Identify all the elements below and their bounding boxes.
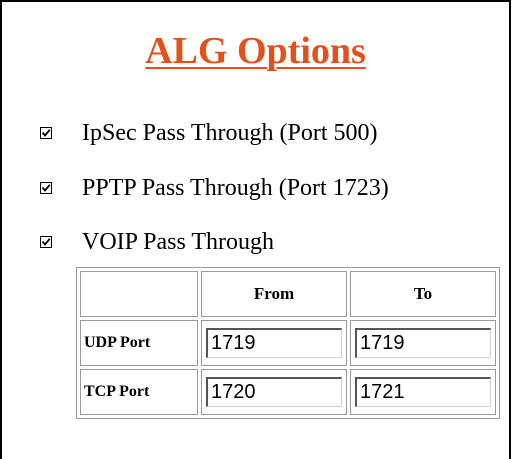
checkmark-icon: [41, 184, 51, 192]
table-row-tcp: TCP Port: [80, 369, 496, 415]
page-title: ALG Options: [145, 30, 366, 72]
option-pptp-pass-through[interactable]: PPTP Pass Through (Port 1723): [40, 173, 389, 203]
tcp-from-input[interactable]: [206, 377, 342, 407]
pptp-label: PPTP Pass Through (Port 1723): [82, 175, 389, 201]
option-ipsec-pass-through[interactable]: IpSec Pass Through (Port 500): [40, 118, 378, 148]
ipsec-label: IpSec Pass Through (Port 500): [82, 120, 378, 146]
udp-to-input[interactable]: [355, 328, 491, 358]
header-to: To: [350, 271, 496, 317]
alg-options-panel: ALG Options IpSec Pass Through (Port 500…: [0, 0, 511, 459]
udp-to-cell: [350, 320, 496, 366]
table-row-udp: UDP Port: [80, 320, 496, 366]
tcp-to-input[interactable]: [355, 377, 491, 407]
table-header-row: From To: [80, 271, 496, 317]
udp-from-cell: [201, 320, 347, 366]
header-from: From: [201, 271, 347, 317]
udp-from-input[interactable]: [206, 328, 342, 358]
ipsec-checkbox[interactable]: [40, 127, 52, 139]
tcp-from-cell: [201, 369, 347, 415]
voip-checkbox[interactable]: [40, 236, 52, 248]
pptp-checkbox[interactable]: [40, 182, 52, 194]
checkmark-icon: [41, 129, 51, 137]
tcp-to-cell: [350, 369, 496, 415]
voip-port-table: From To UDP Port TCP Port: [76, 267, 500, 419]
udp-port-label: UDP Port: [80, 320, 198, 366]
option-voip-pass-through[interactable]: VOIP Pass Through: [40, 227, 274, 257]
header-blank-cell: [80, 271, 198, 317]
checkmark-icon: [41, 238, 51, 246]
tcp-port-label: TCP Port: [80, 369, 198, 415]
voip-label: VOIP Pass Through: [82, 229, 275, 255]
